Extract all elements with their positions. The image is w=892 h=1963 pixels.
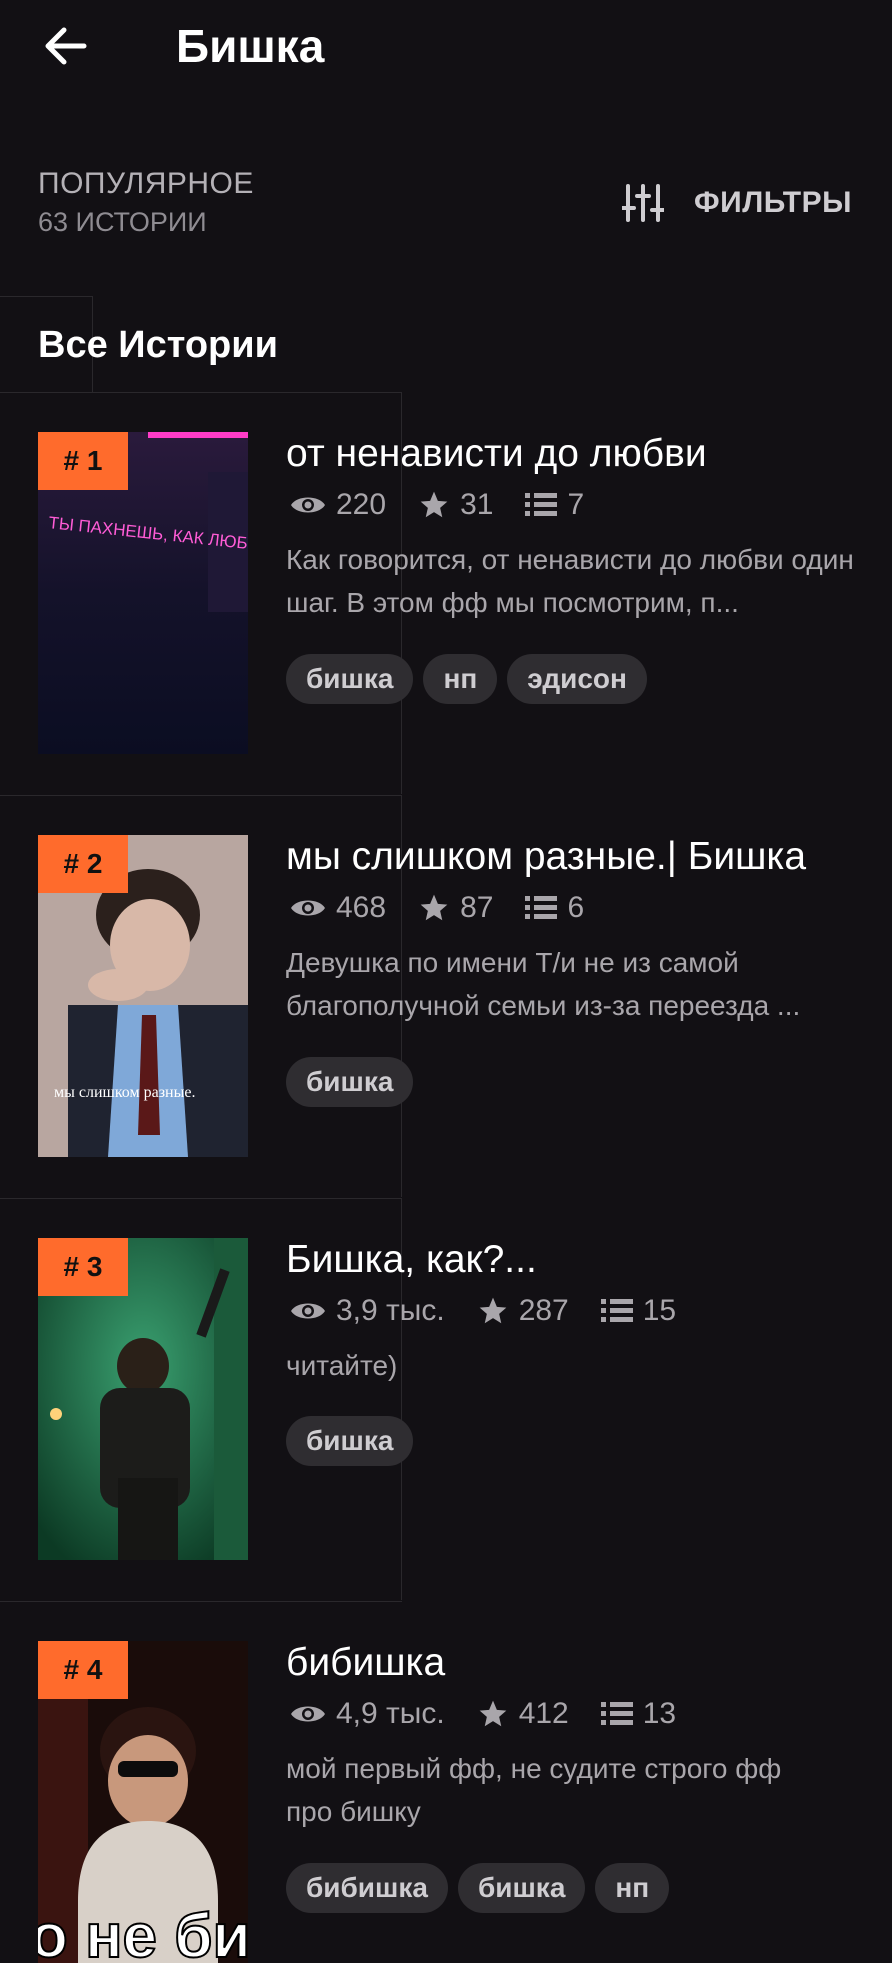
story-stats: 468 87 6 — [290, 891, 616, 925]
tag[interactable]: эдисон — [507, 654, 647, 704]
tab-divider — [0, 296, 92, 297]
story-title[interactable]: бибишка — [286, 1639, 445, 1687]
eye-icon — [291, 1303, 325, 1319]
story-item[interactable]: о не би # 4 бибишка 4,9 тыс. 412 13 мой … — [0, 1601, 892, 1963]
story-stats: 3,9 тыс. 287 15 — [290, 1294, 708, 1328]
story-stats: 220 31 7 — [290, 488, 616, 522]
tag[interactable]: бишка — [286, 1057, 414, 1107]
divider — [0, 1198, 402, 1199]
tag[interactable]: бишка — [286, 1416, 414, 1466]
eye-icon — [291, 497, 325, 513]
sliders-icon — [622, 184, 665, 222]
star-icon — [479, 1700, 507, 1727]
story-title[interactable]: от ненависти до любви — [286, 430, 707, 478]
tag[interactable]: нп — [595, 1863, 670, 1913]
story-item[interactable]: ТЫ ПАХНЕШЬ, КАК ЛЮБОВЬ # 1 от ненависти … — [0, 392, 892, 796]
popular-section-header: ПОПУЛЯРНОЕ 63 ИСТОРИИ — [38, 166, 254, 240]
story-description: мой первый фф, не судите строго фф про б… — [286, 1753, 782, 1827]
stars-count: 31 — [460, 488, 494, 521]
tag[interactable]: бишка — [286, 654, 414, 704]
stories-count: 63 ИСТОРИИ — [38, 207, 207, 237]
parts-list-icon — [600, 1702, 633, 1725]
story-cover[interactable]: # 3 — [38, 1238, 248, 1560]
story-title[interactable]: мы слишком разные.| Бишка — [286, 833, 806, 881]
story-item[interactable]: мы слишком разные. # 2 мы слишком разные… — [0, 795, 892, 1199]
tag-list: бишка нп эдисон — [286, 654, 647, 704]
story-cover[interactable]: ТЫ ПАХНЕШЬ, КАК ЛЮБОВЬ # 1 — [38, 432, 248, 754]
story-description: читайте) — [286, 1350, 398, 1381]
parts-count: 7 — [567, 488, 585, 521]
tag[interactable]: бишка — [457, 1863, 586, 1913]
story-title[interactable]: Бишка, как?... — [286, 1236, 537, 1284]
rank-badge: # 2 — [38, 835, 128, 893]
popular-label: ПОПУЛЯРНОЕ — [38, 167, 254, 200]
parts-count: 13 — [642, 1697, 677, 1730]
divider — [0, 1601, 402, 1602]
tag-list: бишка — [286, 1416, 414, 1466]
views-count: 220 — [336, 488, 387, 521]
tag[interactable]: бибишка — [286, 1863, 448, 1913]
tag-list: бишка — [286, 1057, 414, 1107]
rank-badge: # 3 — [38, 1238, 128, 1296]
filters-button[interactable]: ФИЛЬТРЫ — [622, 184, 852, 222]
cover-text: о не би — [38, 1902, 248, 1963]
views-count: 4,9 тыс. — [336, 1697, 445, 1730]
story-stats: 4,9 тыс. 412 13 — [290, 1697, 708, 1731]
star-icon — [420, 894, 448, 921]
eye-icon — [291, 900, 325, 916]
top-bar: Бишка — [0, 0, 892, 96]
stars-count: 87 — [460, 891, 494, 924]
story-item[interactable]: # 3 Бишка, как?... 3,9 тыс. 287 15 читай… — [0, 1198, 892, 1602]
page-title: Бишка — [176, 20, 325, 72]
stars-count: 287 — [518, 1294, 569, 1327]
rank-badge: # 4 — [38, 1641, 128, 1699]
divider — [0, 795, 402, 796]
stars-count: 412 — [518, 1697, 569, 1730]
parts-count: 15 — [642, 1294, 677, 1327]
tag[interactable]: нп — [423, 654, 498, 704]
filters-label: ФИЛЬТРЫ — [694, 186, 852, 219]
story-description: Как говорится, от ненависти до любви оди… — [286, 544, 854, 618]
cover-text: мы слишком разные. — [54, 1084, 195, 1101]
views-count: 3,9 тыс. — [336, 1294, 445, 1327]
story-cover[interactable]: о не би # 4 — [38, 1641, 248, 1963]
tab-all-stories[interactable]: Все Истории — [38, 322, 278, 368]
parts-list-icon — [600, 1299, 633, 1322]
story-cover[interactable]: мы слишком разные. # 2 — [38, 835, 248, 1157]
views-count: 468 — [336, 891, 387, 924]
star-icon — [479, 1297, 507, 1324]
parts-list-icon — [525, 493, 558, 516]
eye-icon — [291, 1706, 325, 1722]
star-icon — [420, 491, 448, 518]
story-description: Девушка по имени Т/и не из самой благопо… — [286, 947, 801, 1021]
parts-list-icon — [525, 896, 558, 919]
rank-badge: # 1 — [38, 432, 128, 490]
tag-list: бибишка бишка нп — [286, 1863, 670, 1913]
back-arrow-icon[interactable] — [40, 20, 92, 72]
parts-count: 6 — [567, 891, 585, 924]
